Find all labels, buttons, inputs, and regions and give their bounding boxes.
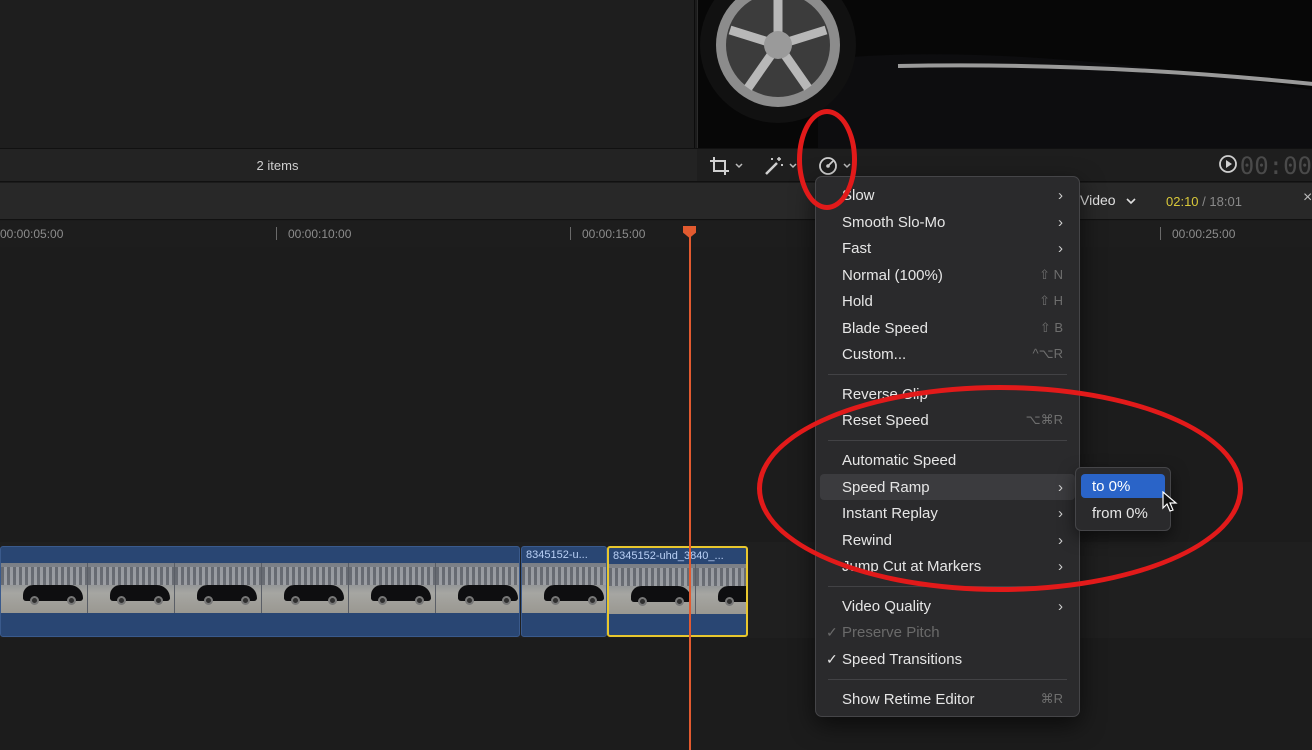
ruler-tick bbox=[570, 227, 571, 240]
shortcut: ^⌥R bbox=[1032, 346, 1063, 361]
menu-item-normal[interactable]: Normal (100%) ⇧ N bbox=[820, 262, 1075, 288]
menu-item-rewind[interactable]: Rewind › bbox=[820, 527, 1075, 553]
current-time: 02:10 bbox=[1166, 194, 1199, 209]
clip-label: 8345152-uhd_3840_... bbox=[613, 550, 724, 562]
total-time: 18:01 bbox=[1209, 194, 1242, 209]
ruler-label: 00:00:05:00 bbox=[0, 227, 64, 241]
chevron-down-icon bbox=[735, 163, 743, 169]
shortcut: ⌘R bbox=[1040, 691, 1063, 706]
filmstrip-frame bbox=[349, 563, 436, 613]
menu-separator bbox=[828, 679, 1067, 680]
menu-item-smooth-slo-mo[interactable]: Smooth Slo-Mo › bbox=[820, 209, 1075, 235]
chevron-right-icon: › bbox=[1058, 239, 1063, 257]
menu-item-instant-replay[interactable]: Instant Replay › bbox=[820, 500, 1075, 526]
video-display-menu[interactable]: Video bbox=[1080, 192, 1136, 208]
filmstrip-frame bbox=[262, 563, 349, 613]
chevron-right-icon: › bbox=[1058, 557, 1063, 575]
timeline-ruler[interactable]: 00:00:05:00 00:00:10:00 00:00:15:00 00:0… bbox=[0, 221, 1312, 247]
menu-separator bbox=[828, 374, 1067, 375]
clip-filmstrip bbox=[1, 563, 519, 613]
submenu-item-to-0[interactable]: to 0% bbox=[1081, 474, 1165, 498]
menu-item-hold[interactable]: Hold ⇧ H bbox=[820, 288, 1075, 314]
menu-item-reverse-clip[interactable]: Reverse Clip bbox=[820, 381, 1075, 407]
menu-item-blade-speed[interactable]: Blade Speed ⇧ B bbox=[820, 315, 1075, 341]
clip-filmstrip bbox=[522, 563, 606, 613]
chevron-down-icon bbox=[1125, 192, 1136, 208]
chevron-right-icon: › bbox=[1058, 186, 1063, 204]
close-icon[interactable]: × bbox=[1303, 189, 1312, 207]
menu-item-speed-ramp[interactable]: Speed Ramp › bbox=[820, 474, 1075, 500]
playhead[interactable] bbox=[689, 236, 691, 750]
filmstrip-frame bbox=[696, 564, 746, 614]
chevron-right-icon: › bbox=[1058, 504, 1063, 522]
timeline-duration: 02:10 / 18:01 bbox=[1166, 194, 1242, 209]
menu-item-automatic-speed[interactable]: Automatic Speed bbox=[820, 447, 1075, 473]
menu-item-reset-speed[interactable]: Reset Speed ⌥⌘R bbox=[820, 407, 1075, 433]
speed-ramp-submenu: to 0% from 0% bbox=[1075, 467, 1171, 531]
ruler-label: 00:00:10:00 bbox=[288, 227, 352, 241]
browser-footer: 2 items bbox=[0, 148, 697, 182]
chevron-down-icon bbox=[789, 163, 797, 169]
chevron-right-icon: › bbox=[1058, 531, 1063, 549]
shortcut: ⇧ B bbox=[1039, 320, 1063, 335]
shortcut: ⇧ H bbox=[1039, 293, 1063, 308]
submenu-item-from-0[interactable]: from 0% bbox=[1081, 501, 1165, 525]
menu-item-jump-cut-at-markers[interactable]: Jump Cut at Markers › bbox=[820, 553, 1075, 579]
video-clip[interactable]: 8345152-u... bbox=[521, 546, 607, 637]
menu-item-custom[interactable]: Custom... ^⌥R bbox=[820, 341, 1075, 367]
viewer-timecode-value: 00:00 bbox=[1239, 152, 1312, 180]
items-count: 2 items bbox=[256, 158, 299, 173]
selected-video-clip[interactable]: 8345152-uhd_3840_... bbox=[607, 546, 748, 637]
menu-item-fast[interactable]: Fast › bbox=[820, 235, 1075, 261]
ruler-label: 00:00:25:00 bbox=[1172, 227, 1236, 241]
mouse-cursor-icon bbox=[1162, 490, 1178, 518]
video-clip[interactable] bbox=[0, 546, 520, 637]
chevron-right-icon: › bbox=[1058, 478, 1063, 496]
clip-label: 8345152-u... bbox=[526, 549, 588, 561]
checkmark-icon: ✓ bbox=[826, 650, 838, 667]
ruler-label: 00:00:15:00 bbox=[582, 227, 646, 241]
filmstrip-frame bbox=[522, 563, 606, 613]
chevron-right-icon: › bbox=[1058, 213, 1063, 231]
ruler-tick bbox=[276, 227, 277, 240]
time-separator: / bbox=[1198, 194, 1210, 209]
filmstrip-frame bbox=[88, 563, 175, 613]
shortcut: ⇧ N bbox=[1039, 267, 1063, 282]
menu-item-show-retime-editor[interactable]: Show Retime Editor ⌘R bbox=[820, 686, 1075, 712]
filmstrip-frame bbox=[175, 563, 262, 613]
enhance-button[interactable] bbox=[763, 153, 797, 179]
browser-pane bbox=[0, 0, 695, 148]
viewer-video-frame bbox=[698, 0, 1312, 148]
menu-separator bbox=[828, 586, 1067, 587]
crop-button[interactable] bbox=[709, 153, 743, 179]
menu-item-preserve-pitch: ✓ Preserve Pitch bbox=[826, 623, 940, 641]
speedometer-icon bbox=[817, 156, 839, 176]
filmstrip-frame bbox=[436, 563, 519, 613]
play-circle-icon[interactable] bbox=[1218, 152, 1238, 180]
chevron-right-icon: › bbox=[1058, 597, 1063, 615]
video-menu-label: Video bbox=[1080, 192, 1116, 208]
menu-item-speed-transitions[interactable]: ✓ Speed Transitions bbox=[820, 646, 1075, 672]
crop-icon bbox=[709, 156, 731, 176]
chevron-down-icon bbox=[843, 163, 851, 169]
clip-filmstrip bbox=[609, 564, 746, 614]
timeline-header: Video 02:10 / 18:01 × bbox=[0, 183, 1312, 220]
viewer-timecode: 00:00 bbox=[1218, 151, 1312, 181]
viewer bbox=[697, 0, 1312, 148]
retime-menu: Slow › Smooth Slo-Mo › Fast › Normal (100%)… bbox=[815, 176, 1080, 717]
filmstrip-frame bbox=[609, 564, 696, 614]
menu-item-slow[interactable]: Slow › bbox=[820, 182, 1075, 208]
shortcut: ⌥⌘R bbox=[1025, 412, 1063, 427]
ruler-tick bbox=[1160, 227, 1161, 240]
menu-separator bbox=[828, 440, 1067, 441]
filmstrip-frame bbox=[1, 563, 88, 613]
checkmark-icon: ✓ bbox=[826, 623, 838, 640]
menu-item-video-quality[interactable]: Video Quality › bbox=[820, 593, 1075, 619]
magic-wand-icon bbox=[763, 156, 785, 176]
